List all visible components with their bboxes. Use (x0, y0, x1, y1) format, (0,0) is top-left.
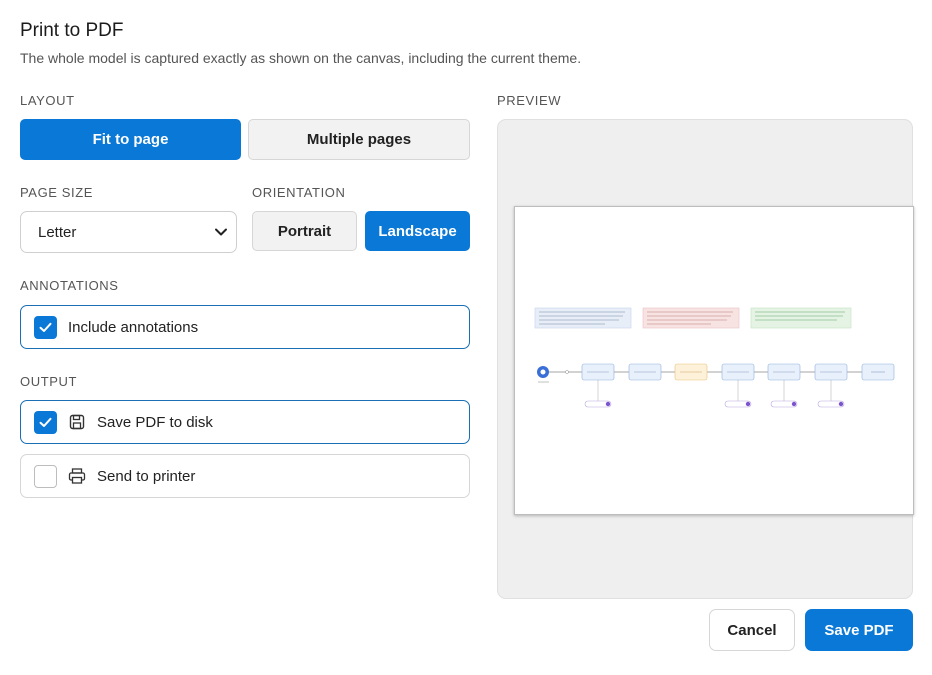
floppy-disk-icon (68, 413, 86, 431)
send-to-printer-label: Send to printer (97, 467, 196, 485)
printer-icon (68, 467, 86, 485)
fit-to-page-button[interactable]: Fit to page (20, 119, 241, 160)
page-size-value: Letter (38, 223, 77, 241)
output-label: OUTPUT (20, 374, 78, 389)
send-to-printer-option[interactable]: Send to printer (20, 454, 470, 498)
preview-page-thumbnail (514, 206, 914, 515)
checkmark-icon (39, 417, 52, 427)
save-pdf-button[interactable]: Save PDF (805, 609, 913, 651)
send-to-printer-checkbox[interactable] (34, 464, 57, 488)
portrait-button[interactable]: Portrait (252, 211, 357, 251)
orientation-label: ORIENTATION (252, 185, 346, 200)
checkmark-icon (39, 322, 52, 332)
landscape-button[interactable]: Landscape (365, 211, 470, 251)
save-to-disk-checkbox[interactable] (34, 410, 57, 434)
multiple-pages-button[interactable]: Multiple pages (248, 119, 470, 160)
include-annotations-label: Include annotations (68, 318, 199, 336)
dialog-subtitle: The whole model is captured exactly as s… (20, 50, 582, 66)
diagram-thumbnail (534, 307, 895, 408)
page-size-select[interactable]: Letter (20, 211, 237, 253)
annotations-label: ANNOTATIONS (20, 278, 119, 293)
cancel-button[interactable]: Cancel (709, 609, 795, 651)
save-to-disk-label: Save PDF to disk (97, 413, 213, 431)
preview-panel (497, 119, 914, 599)
dialog-title: Print to PDF (20, 20, 124, 41)
include-annotations-option[interactable]: Include annotations (20, 305, 470, 349)
preview-label: PREVIEW (497, 93, 562, 108)
page-size-label: PAGE SIZE (20, 185, 94, 200)
layout-label: LAYOUT (20, 93, 75, 108)
chevron-down-icon (215, 228, 227, 236)
include-annotations-checkbox[interactable] (34, 315, 57, 339)
save-to-disk-option[interactable]: Save PDF to disk (20, 400, 470, 444)
